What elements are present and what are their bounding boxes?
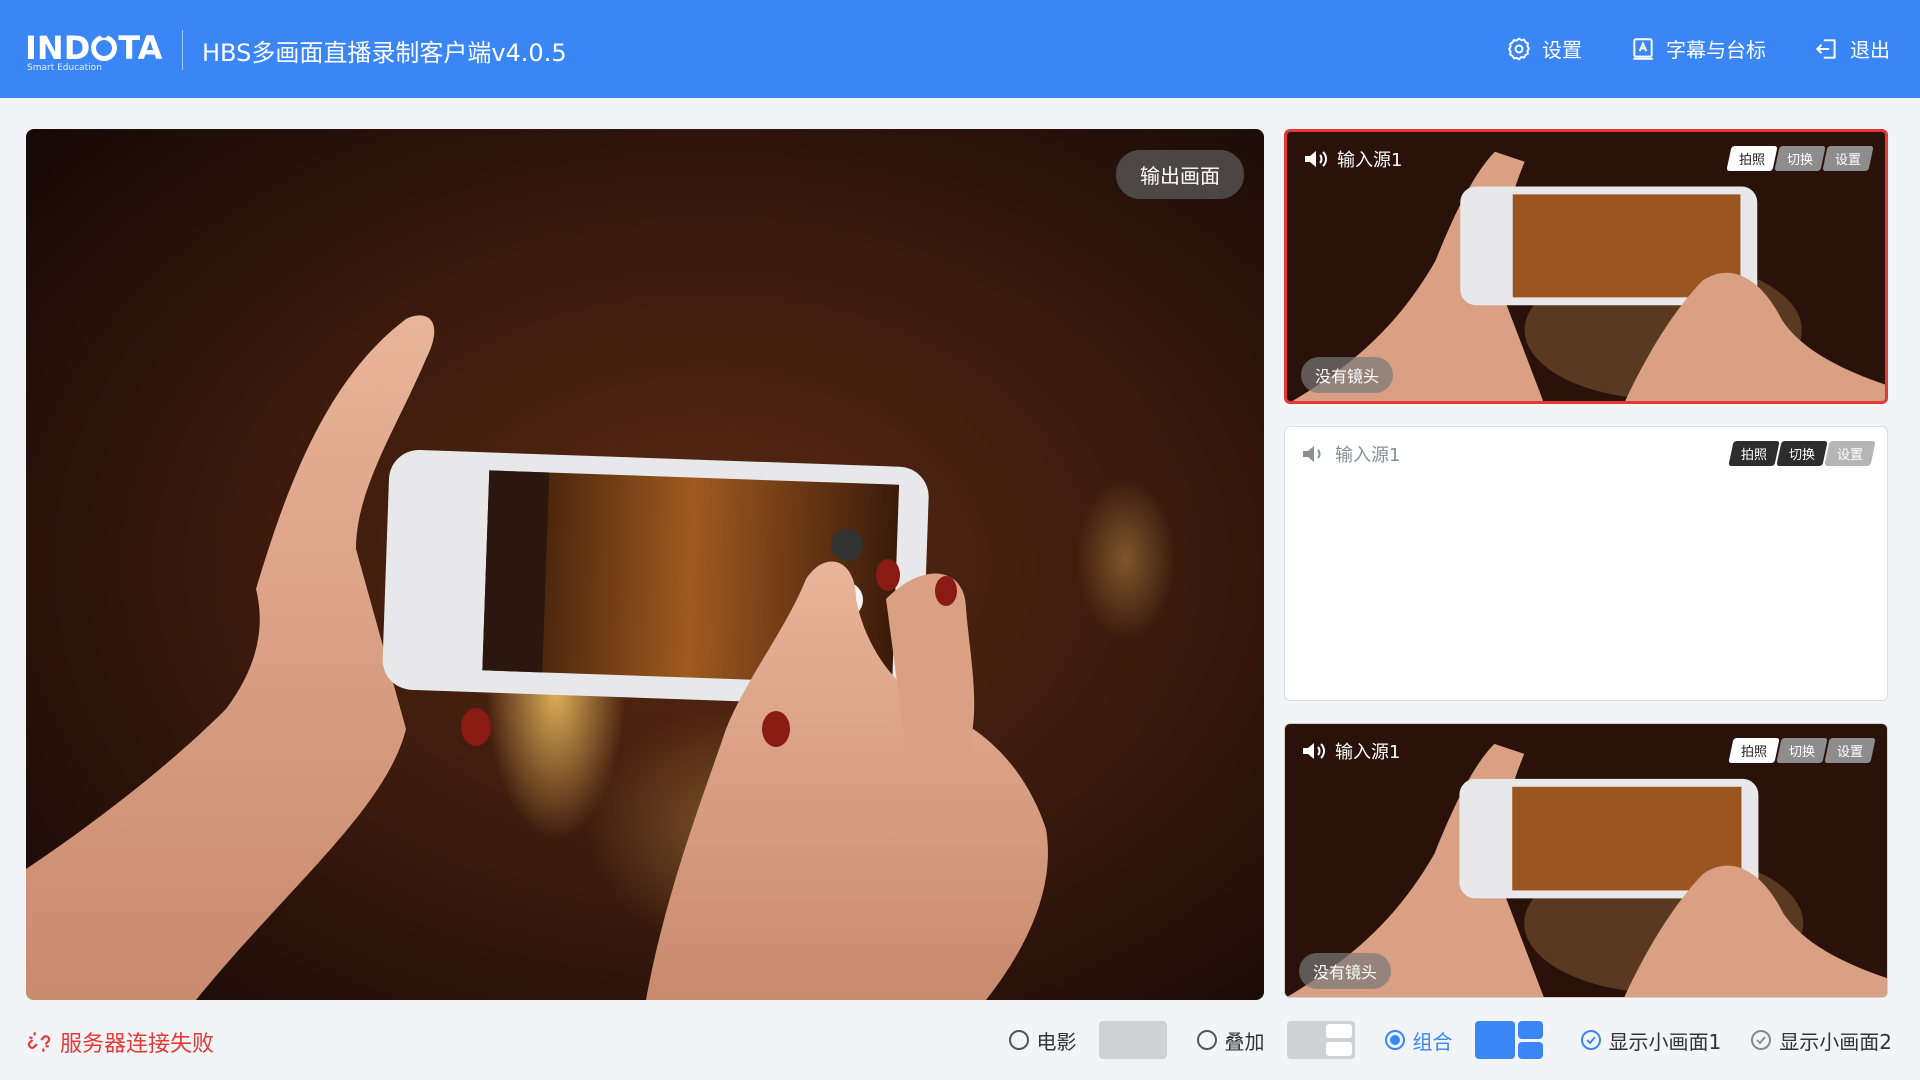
mode-combo[interactable]: 组合 [1384,1021,1543,1059]
speaker-icon [1303,446,1321,462]
settings-button[interactable]: 设置 [1506,34,1582,63]
source-settings-button[interactable]: 设置 [1824,441,1876,466]
source-panel-1[interactable]: 输入源1 拍照 切换 设置 没有镜头 [1284,129,1888,404]
logout-icon [1815,38,1836,59]
subtitle-icon [1633,37,1653,60]
app-title: HBS多画面直播录制客户端v4.0.5 [202,39,567,67]
check-circle-icon[interactable] [1580,1030,1601,1050]
source-panel-2[interactable]: 输入源1 拍照 切换 设置 [1284,426,1888,701]
output-label: 输出画面 [1116,150,1244,199]
source-settings-button[interactable]: 设置 [1822,146,1874,171]
layout-overlay-thumb[interactable] [1286,1021,1355,1059]
output-preview[interactable]: 输出画面 [26,129,1264,1000]
status-text: 服务器连接失败 [60,1032,215,1057]
mode-overlay[interactable]: 叠加 [1196,1021,1355,1059]
connection-status: 服务器连接失败 [26,1026,214,1058]
indota-logo: IND TA Smart Education [25,29,163,73]
speaker-icon [1305,151,1327,167]
source-panel-3[interactable]: 输入源1 拍照 切换 设置 没有镜头 [1284,723,1888,998]
snapshot-button[interactable]: 拍照 [1726,146,1778,171]
toggle-show-pip-1[interactable]: 显示小画面1 [1580,1026,1721,1055]
source-title: 输入源1 [1335,445,1401,466]
source-settings-button[interactable]: 设置 [1824,738,1876,763]
no-lens-label: 没有镜头 [1299,953,1392,989]
logout-button[interactable]: 退出 [1814,34,1890,63]
layout-film-thumb[interactable] [1098,1021,1167,1059]
mode-film[interactable]: 电影 [1008,1021,1167,1059]
speaker-icon [1303,743,1325,759]
hands-phone-scene [26,129,1264,1000]
check-circle-icon[interactable] [1751,1030,1772,1050]
radio-button[interactable] [1196,1030,1217,1050]
gear-icon [1508,37,1530,61]
layout-combo-thumb[interactable] [1474,1021,1543,1059]
switch-button[interactable]: 切换 [1776,441,1828,466]
toggle-show-pip-2[interactable]: 显示小画面2 [1751,1026,1892,1055]
broken-link-icon [27,1032,51,1052]
radio-button[interactable] [1384,1030,1405,1050]
snapshot-button[interactable]: 拍照 [1728,441,1780,466]
source-title: 输入源1 [1335,742,1401,763]
subtitle-logo-button[interactable]: 字幕与台标 [1630,34,1766,63]
radio-button[interactable] [1008,1030,1029,1050]
switch-button[interactable]: 切换 [1774,146,1826,171]
snapshot-button[interactable]: 拍照 [1728,738,1780,763]
header-divider [182,30,183,70]
app-header: IND TA Smart Education HBS多画面直播录制客户端v4.0.… [0,0,1920,98]
switch-button[interactable]: 切换 [1776,738,1828,763]
source-title: 输入源1 [1337,150,1403,171]
no-lens-label: 没有镜头 [1301,357,1394,393]
